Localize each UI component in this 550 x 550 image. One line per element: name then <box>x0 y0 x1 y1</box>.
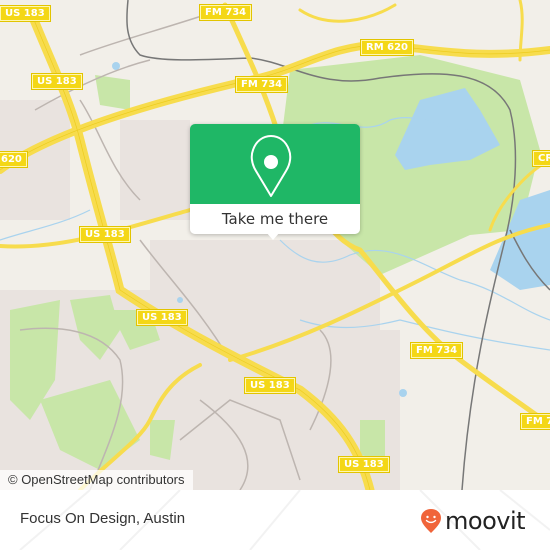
road-label-us183: US 183 <box>136 309 188 326</box>
road-label-us183: US 183 <box>244 377 296 394</box>
map-pin-icon <box>250 135 292 197</box>
moovit-pin-icon <box>421 509 441 533</box>
road-label-us183: US 183 <box>79 226 131 243</box>
brand-wordmark: moovit <box>445 507 526 535</box>
map-canvas <box>0 0 550 490</box>
popup-header <box>190 124 360 204</box>
road-label-fm734: FM 734 <box>409 342 464 359</box>
map[interactable]: US 183 FM 734 RM 620 US 183 FM 734 620 C… <box>0 0 550 490</box>
road-label-us183: US 183 <box>0 5 51 22</box>
road-label-rm620: RM 620 <box>359 39 415 56</box>
take-me-there-button[interactable]: Take me there <box>190 204 360 234</box>
road-label-cr: CR <box>531 150 550 167</box>
road-label-620: 620 <box>0 151 28 168</box>
place-name: Focus On Design, Austin <box>20 510 186 527</box>
popup-pointer <box>266 232 280 240</box>
road-label-fm734: FM 734 <box>234 76 289 93</box>
road-label-fm734: FM 734 <box>198 4 253 21</box>
location-popup: Take me there <box>190 124 360 240</box>
road-label-us183: US 183 <box>31 73 83 90</box>
road-label-fm734: FM 7 <box>519 413 550 430</box>
map-attribution[interactable]: © OpenStreetMap contributors <box>0 470 193 490</box>
moovit-logo[interactable]: moovit <box>420 507 526 535</box>
road-label-us183: US 183 <box>338 456 390 473</box>
